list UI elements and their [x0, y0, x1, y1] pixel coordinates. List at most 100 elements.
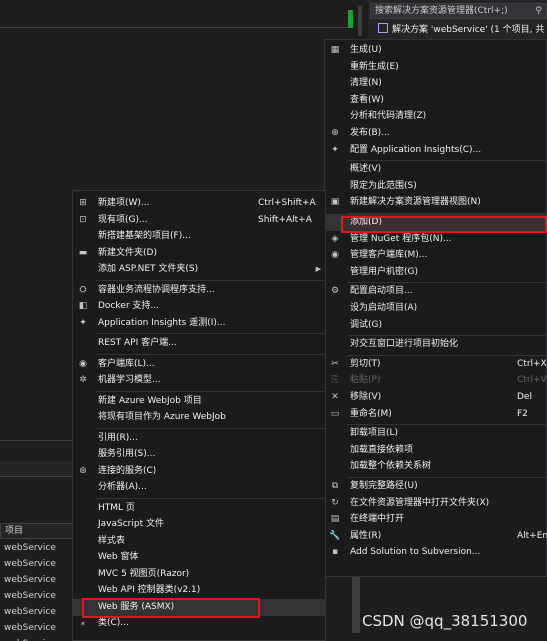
grid-column-header[interactable]: 项目 — [0, 523, 80, 539]
menu-item-label: 样式表 — [98, 535, 126, 546]
add-submenu: ⊞ 新建项(W)... Ctrl+Shift+A ⊡ 现有项(G)... Shift+Al… — [72, 190, 326, 641]
grid-row[interactable]: webService — [0, 588, 80, 604]
ctx-menu-item-18[interactable]: ✂ 剪切(T) Ctrl+X — [325, 356, 547, 373]
add-menu-item-21[interactable]: MVC 5 视图页(Razor) — [73, 566, 325, 583]
ctx-menu-item-12[interactable]: ◉ 管理客户端库(M)... — [325, 247, 546, 264]
menu-item-label: 客户端库(L)... — [98, 358, 155, 369]
menu-item-icon: ⛭ — [79, 284, 87, 295]
menu-item-label: JavaScript 文件 — [98, 519, 164, 529]
ctx-menu-item-29[interactable]: ▪ Add Solution to Subversion... — [325, 544, 546, 561]
add-menu-item-13[interactable]: 引用(R)... — [73, 430, 325, 447]
menu-item-label: 添加 ASP.NET 文件夹(S) — [98, 264, 199, 274]
ctx-menu-item-24[interactable]: 加载整个依赖关系树 — [325, 458, 546, 475]
add-menu-item-5[interactable]: ⛭ 容器业务流程协调程序支持... — [73, 282, 325, 299]
ctx-menu-item-13[interactable]: 管理用户机密(G) — [325, 264, 546, 281]
ctx-menu-item-4[interactable]: 分析和代码清理(Z) — [325, 108, 546, 125]
grid-row[interactable]: webService — [0, 604, 80, 620]
menu-item-icon: ▦ — [330, 45, 340, 55]
add-menu-item-22[interactable]: Web API 控制器类(v2.1) — [73, 582, 325, 599]
grid-row[interactable]: webService — [0, 636, 80, 641]
ctx-menu-item-9[interactable]: ▣ 新建解决方案资源管理器视图(N) — [325, 194, 546, 211]
ctx-menu-item-26[interactable]: ↻ 在文件资源管理器中打开文件夹(X) — [325, 495, 546, 512]
ctx-menu-item-25[interactable]: ⧉ 复制完整路径(U) — [325, 478, 546, 495]
menu-separator — [95, 390, 325, 392]
add-menu-item-10[interactable]: ✲ 机器学习模型... — [73, 372, 325, 389]
solution-node[interactable]: 解决方案 'webService' (1 个项目, 共 — [378, 22, 547, 38]
ctx-menu-item-22[interactable]: 卸载项目(L) — [325, 425, 546, 442]
menu-separator — [95, 279, 325, 281]
ctx-menu-item-2[interactable]: 清理(N) — [325, 75, 546, 92]
solution-icon — [378, 23, 388, 33]
menu-item-shortcut: Shift+Alt+A — [258, 214, 312, 225]
menu-item-label: 现有项(G)... — [98, 214, 148, 225]
menu-item-label: 加载直接依赖项 — [350, 444, 414, 455]
add-menu-item-8[interactable]: REST API 客户端... — [73, 335, 325, 352]
solution-explorer-search-input[interactable]: 搜索解决方案资源管理器(Ctrl+;) ⚲ — [370, 3, 547, 19]
add-menu-item-3[interactable]: ▬ 新建文件夹(D) — [73, 245, 325, 262]
ctx-menu-item-28[interactable]: 🔧 属性(R) Alt+Ent — [325, 528, 547, 545]
editor-scrollbar[interactable] — [358, 6, 362, 36]
add-menu-item-2[interactable]: 新搭建基架的项目(F)... — [73, 228, 325, 245]
add-menu-item-7[interactable]: ✦ Application Insights 遥测(I)... — [73, 315, 325, 332]
menu-item-label: 加载整个依赖关系树 — [350, 461, 432, 472]
grid-row[interactable]: webService — [0, 540, 80, 556]
add-menu-item-6[interactable]: ◧ Docker 支持... — [73, 298, 325, 315]
add-menu-item-12[interactable]: 将现有项目作为 Azure WebJob — [73, 409, 325, 426]
ctx-menu-item-3[interactable]: 查看(W) — [325, 92, 546, 109]
ctx-menu-item-1[interactable]: 重新生成(E) — [325, 59, 546, 76]
ctx-menu-item-27[interactable]: ▤ 在终端中打开 — [325, 511, 546, 528]
ctx-menu-item-20[interactable]: ✕ 移除(V) Del — [325, 389, 546, 406]
search-icon[interactable]: ⚲ — [535, 4, 542, 18]
grid-row[interactable]: webService — [0, 572, 80, 588]
ctx-menu-item-8[interactable]: 限定为此范围(S) — [325, 178, 546, 195]
menu-item-icon: ✦ — [331, 144, 339, 155]
ctx-menu-item-6[interactable]: ✦ 配置 Application Insights(C)... — [325, 142, 546, 159]
ctx-menu-item-7[interactable]: 概述(V) — [325, 161, 546, 178]
ctx-menu-item-0[interactable]: ▦ 生成(U) — [325, 42, 546, 59]
add-menu-item-0[interactable]: ⊞ 新建项(W)... Ctrl+Shift+A — [73, 195, 325, 212]
menu-item-label: 设为启动项目(A) — [350, 303, 418, 313]
highlight-add-item — [341, 216, 547, 233]
add-menu-item-4[interactable]: 添加 ASP.NET 文件夹(S) ▶ — [73, 261, 325, 278]
project-context-menu: ▦ 生成(U) 重新生成(E) 清理(N) 查看(W) 分析和代码清理(Z) ⊕ 发布(B).… — [324, 39, 547, 577]
solution-label: 解决方案 'webService' (1 个项目, 共 — [392, 25, 545, 35]
menu-item-label: 分析和代码清理(Z) — [350, 111, 427, 122]
menu-item-label: 配置 Application Insights(C)... — [350, 144, 482, 155]
menu-item-label: 服务引用(S)... — [98, 449, 156, 459]
add-menu-item-18[interactable]: JavaScript 文件 — [73, 516, 325, 533]
menu-item-label: 调试(G) — [350, 319, 382, 330]
menu-item-label: 重命名(M) — [350, 408, 392, 419]
menu-item-shortcut: Ctrl+X — [517, 358, 547, 369]
menu-item-label: 新建解决方案资源管理器视图(N) — [350, 197, 481, 208]
menu-item-icon: ✕ — [331, 392, 339, 402]
menu-item-icon: ▤ — [330, 514, 340, 525]
ctx-menu-item-23[interactable]: 加载直接依赖项 — [325, 442, 546, 459]
ctx-menu-item-17[interactable]: 对交互窗口进行项目初始化 — [325, 336, 546, 353]
menu-item-icon: ◧ — [78, 301, 88, 311]
add-menu-item-16[interactable]: 分析器(A)... — [73, 479, 325, 496]
menu-item-label: 概述(V) — [350, 164, 382, 175]
menu-item-label: 机器学习模型... — [98, 375, 161, 385]
ctx-menu-item-21[interactable]: ▭ 重命名(M) F2 — [325, 406, 546, 423]
ctx-menu-item-5[interactable]: ⊕ 发布(B)... — [325, 125, 546, 142]
ctx-menu-item-15[interactable]: 设为启动项目(A) — [325, 300, 546, 317]
add-menu-item-15[interactable]: ⊛ 连接的服务(C) — [73, 463, 325, 480]
add-menu-item-20[interactable]: Web 窗体 — [73, 549, 325, 566]
ctx-menu-item-11[interactable]: ◈ 管理 NuGet 程序包(N)... — [325, 231, 546, 248]
add-menu-item-14[interactable]: 服务引用(S)... — [73, 446, 325, 463]
add-menu-item-11[interactable]: 新建 Azure WebJob 项目 — [73, 393, 325, 410]
menu-item-label: 在终端中打开 — [350, 514, 405, 525]
grid-row[interactable]: webService — [0, 556, 80, 572]
add-menu-item-9[interactable]: ◉ 客户端库(L)... — [73, 356, 325, 373]
ctx-menu-item-16[interactable]: 调试(G) — [325, 317, 546, 334]
add-menu-item-17[interactable]: HTML 页 — [73, 500, 325, 517]
ctx-menu-item-14[interactable]: ⚙ 配置启动项目... — [325, 283, 546, 300]
grid-row[interactable]: webService — [0, 620, 80, 636]
ctx-menu-item-19[interactable]: ⎘ 粘贴(P) Ctrl+V — [325, 372, 546, 389]
menu-separator — [95, 333, 325, 334]
menu-item-label: 查看(W) — [350, 94, 384, 105]
add-menu-item-19[interactable]: 样式表 — [73, 533, 325, 550]
menu-item-label: 粘贴(P) — [350, 375, 381, 386]
add-menu-item-1[interactable]: ⊡ 现有项(G)... Shift+Alt+A — [73, 212, 325, 229]
menu-item-icon: ✦ — [79, 317, 87, 328]
